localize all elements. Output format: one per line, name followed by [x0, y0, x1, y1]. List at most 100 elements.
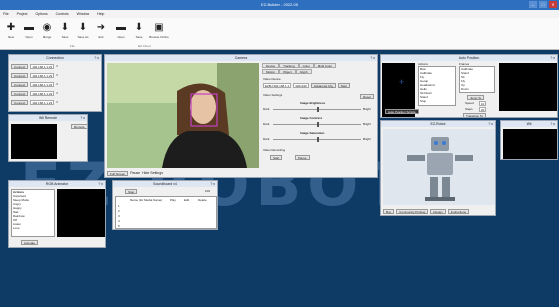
- menu-file[interactable]: File: [3, 12, 9, 16]
- save-button[interactable]: ⬇ Save: [57, 21, 73, 39]
- browse-icon: ▣: [154, 22, 164, 33]
- maximize-button[interactable]: □: [539, 1, 547, 8]
- ip-field[interactable]: 192.168.1.1:23: [30, 63, 55, 69]
- ip-field[interactable]: 192.168.1.1:23: [30, 81, 55, 87]
- community-printing-button[interactable]: Community Printing: [396, 208, 429, 214]
- rgb-animator-window: RGB Animator? x Actions Surprised Sleep …: [8, 180, 106, 248]
- dark-label: Dark: [263, 107, 270, 111]
- cloud-open-button[interactable]: ▬ Open: [113, 21, 129, 39]
- ez-robot-window: EZ-Robot? x Buy Community Printing Desig…: [380, 120, 496, 216]
- merge-button[interactable]: ◉ Merge: [39, 21, 55, 39]
- tab-object[interactable]: Object: [279, 69, 296, 74]
- record-start-button[interactable]: Start: [270, 155, 283, 160]
- speed-field[interactable]: 10: [479, 101, 487, 106]
- stop-button[interactable]: Stop: [125, 189, 138, 194]
- exit-button[interactable]: ➜ Exit: [93, 21, 109, 39]
- instructions-button[interactable]: Instructions: [447, 208, 470, 214]
- ip-field[interactable]: 192.168.1.1:23: [30, 72, 55, 78]
- pause-checkbox[interactable]: Pause: [130, 171, 140, 175]
- sound-table: Name (for Media Name) Play Edit Delete 1…: [115, 196, 217, 229]
- full-screen-button[interactable]: Full Screen: [107, 170, 129, 176]
- auto-position-scripts-button[interactable]: Auto Position Scripts: [385, 109, 419, 114]
- resolution-select[interactable]: 320x240: [293, 82, 309, 88]
- video-recording-label: Video Recording: [263, 148, 286, 152]
- brightness-label: Image Brightness: [300, 101, 326, 105]
- steps-field[interactable]: 20: [479, 107, 487, 112]
- robot-image: [383, 129, 495, 205]
- menu-project[interactable]: Project: [17, 12, 28, 16]
- menu-window[interactable]: Window: [77, 12, 89, 16]
- video-device-label: Video Device: [263, 77, 281, 81]
- menu-help[interactable]: Help: [97, 12, 104, 16]
- transition-to-button[interactable]: Transition To: [463, 113, 487, 117]
- saturation-slider[interactable]: [273, 137, 361, 142]
- wii-display: [11, 124, 57, 159]
- table-row[interactable]: 2: [118, 209, 120, 213]
- remote-button[interactable]: Remote: [71, 124, 87, 129]
- window-title: EZ-Robot? x: [381, 121, 495, 127]
- table-row[interactable]: 3: [118, 214, 120, 218]
- tab-tracking[interactable]: Tracking: [279, 63, 299, 68]
- rgb-actions-list[interactable]: Actions Surprised Sleep Mode Angry Happy…: [11, 189, 55, 237]
- connect-button[interactable]: Connect: [11, 90, 29, 96]
- device-select[interactable]: EZB://192.168.1.1: [263, 82, 292, 88]
- ip-field[interactable]: 192.168.1.1:23: [30, 90, 55, 96]
- animate-button[interactable]: Animate: [21, 240, 39, 245]
- reset-button[interactable]: Reset: [360, 94, 374, 99]
- brightness-slider[interactable]: [273, 107, 361, 112]
- hide-settings-checkbox[interactable]: Hide Settings: [142, 171, 163, 175]
- ip-field[interactable]: 192.168.1.1:23: [30, 99, 55, 105]
- frames-list[interactable]: Calibrate Stand Sit Fly Up Down: [459, 66, 495, 93]
- wii-small-display: [503, 129, 557, 159]
- rgb-preview: [57, 189, 105, 237]
- table-row[interactable]: 4: [118, 219, 120, 223]
- start-button[interactable]: Start: [337, 82, 350, 88]
- open-button[interactable]: ▬ Open: [21, 21, 37, 39]
- tab-device[interactable]: Device: [262, 63, 280, 68]
- close-button[interactable]: ✕: [549, 1, 557, 8]
- list-item[interactable]: Love: [13, 226, 20, 230]
- list-item[interactable]: Stop: [420, 99, 426, 103]
- signal-icon: ◐: [56, 64, 59, 68]
- arrow-pad-icon[interactable]: ✛: [399, 79, 404, 86]
- signal-icon: ◐: [56, 82, 59, 86]
- camera-window: Camera? x Device Tracking Color Multi Co…: [104, 54, 378, 178]
- table-row[interactable]: 1: [118, 204, 120, 208]
- column-header: Play: [170, 198, 176, 202]
- tab-multi-color[interactable]: Multi Color: [313, 63, 337, 68]
- new-button[interactable]: ✚ New: [3, 21, 19, 39]
- browse-online-button[interactable]: ▣ Browse Online: [149, 21, 169, 39]
- connect-button[interactable]: Connect: [11, 99, 29, 105]
- speed-label: Speed: [465, 101, 474, 105]
- actions-list[interactable]: Bow Calibrate Fly Getup Headstand Hello …: [418, 66, 456, 106]
- menu-options[interactable]: Options: [36, 12, 48, 16]
- design-button[interactable]: Design: [430, 208, 446, 214]
- table-row[interactable]: 5: [118, 224, 120, 228]
- bright-label: Bright: [363, 122, 371, 126]
- menu-controls[interactable]: Controls: [56, 12, 69, 16]
- record-pause-button[interactable]: Pause: [295, 155, 310, 160]
- bright-label: Bright: [363, 107, 371, 111]
- signal-icon: ◐: [56, 91, 59, 95]
- tab-glyph[interactable]: Glyph: [295, 69, 312, 74]
- contrast-slider[interactable]: [273, 122, 361, 127]
- camera-tabs-row2: Motion Object Glyph: [262, 69, 312, 74]
- menu-bar: File Project Options Controls Window Hel…: [0, 10, 559, 18]
- jump-to-button[interactable]: Jump To: [467, 95, 485, 100]
- merge-icon: ◉: [42, 22, 52, 33]
- connect-button[interactable]: Connect: [11, 81, 29, 87]
- ez-robot-buttons: Buy Community Printing Design Instructio…: [383, 208, 470, 214]
- advanced-button[interactable]: Advanced Cfg: [310, 82, 336, 88]
- tab-color[interactable]: Color: [298, 63, 314, 68]
- cloud-save-button[interactable]: ⬇ Save: [131, 21, 147, 39]
- connect-button[interactable]: Connect: [11, 63, 29, 69]
- save-as-button[interactable]: ⬇ Save As: [75, 21, 91, 39]
- window-title: Soundboard v4? x: [113, 181, 217, 187]
- tab-motion[interactable]: Motion: [262, 69, 280, 74]
- signal-icon: ◐: [56, 100, 59, 104]
- connect-button[interactable]: Connect: [11, 72, 29, 78]
- signal-icon: ◐: [56, 73, 59, 77]
- minimize-button[interactable]: –: [529, 1, 537, 8]
- buy-button[interactable]: Buy: [383, 208, 395, 214]
- list-item[interactable]: Down: [461, 87, 469, 91]
